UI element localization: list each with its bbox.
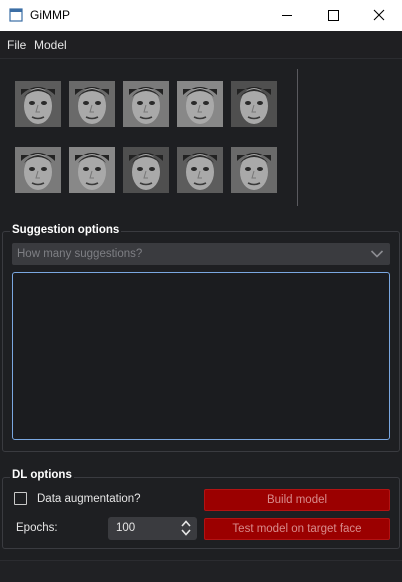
minimize-button[interactable] <box>264 0 310 31</box>
face-thumbnail[interactable] <box>123 81 169 127</box>
face-image-icon <box>123 81 169 127</box>
vertical-splitter[interactable] <box>297 69 298 206</box>
maximize-button[interactable] <box>310 0 356 31</box>
face-thumbnail[interactable] <box>123 147 169 193</box>
window-title: GiMMP <box>30 8 70 22</box>
epochs-value: 100 <box>116 522 136 534</box>
title-bar: GiMMP <box>0 0 402 31</box>
spin-up-icon[interactable] <box>181 520 191 527</box>
face-image-icon <box>15 81 61 127</box>
face-image-icon <box>123 147 169 193</box>
menu-file[interactable]: File <box>7 38 26 52</box>
close-button[interactable] <box>356 0 402 31</box>
suggestions-text-area[interactable] <box>12 272 390 440</box>
face-thumbnail[interactable] <box>177 147 223 193</box>
face-thumbnail[interactable] <box>69 147 115 193</box>
menu-bar: File Model <box>0 31 402 59</box>
epochs-spinbox[interactable]: 100 <box>108 517 197 540</box>
face-image-icon <box>231 147 277 193</box>
face-image-icon <box>177 81 223 127</box>
build-model-button[interactable]: Build model <box>204 489 390 511</box>
face-thumbnail[interactable] <box>231 81 277 127</box>
face-image-icon <box>177 147 223 193</box>
dl-options-title: DL options <box>10 469 74 481</box>
face-image-icon <box>15 147 61 193</box>
data-augmentation-checkbox[interactable] <box>14 492 27 505</box>
spin-down-icon[interactable] <box>181 529 191 536</box>
suggestion-options-title: Suggestion options <box>10 224 122 236</box>
close-icon <box>373 9 385 21</box>
test-model-button[interactable]: Test model on target face <box>204 518 390 540</box>
face-thumbnail[interactable] <box>15 81 61 127</box>
face-image-icon <box>69 147 115 193</box>
app-icon <box>9 8 23 22</box>
face-thumbnail[interactable] <box>231 147 277 193</box>
face-thumbnail[interactable] <box>69 81 115 127</box>
face-image-icon <box>69 81 115 127</box>
menu-model[interactable]: Model <box>34 38 67 52</box>
chevron-down-icon <box>370 250 384 258</box>
face-thumbnail[interactable] <box>177 81 223 127</box>
data-augmentation-label: Data augmentation? <box>37 493 141 505</box>
combobox-placeholder: How many suggestions? <box>17 248 143 260</box>
maximize-icon <box>328 10 339 21</box>
minimize-icon <box>282 15 292 16</box>
status-bar <box>0 560 402 582</box>
face-thumbnail[interactable] <box>15 147 61 193</box>
epochs-label: Epochs: <box>16 522 58 534</box>
suggestions-count-combobox[interactable]: How many suggestions? <box>12 243 390 265</box>
face-image-icon <box>231 81 277 127</box>
